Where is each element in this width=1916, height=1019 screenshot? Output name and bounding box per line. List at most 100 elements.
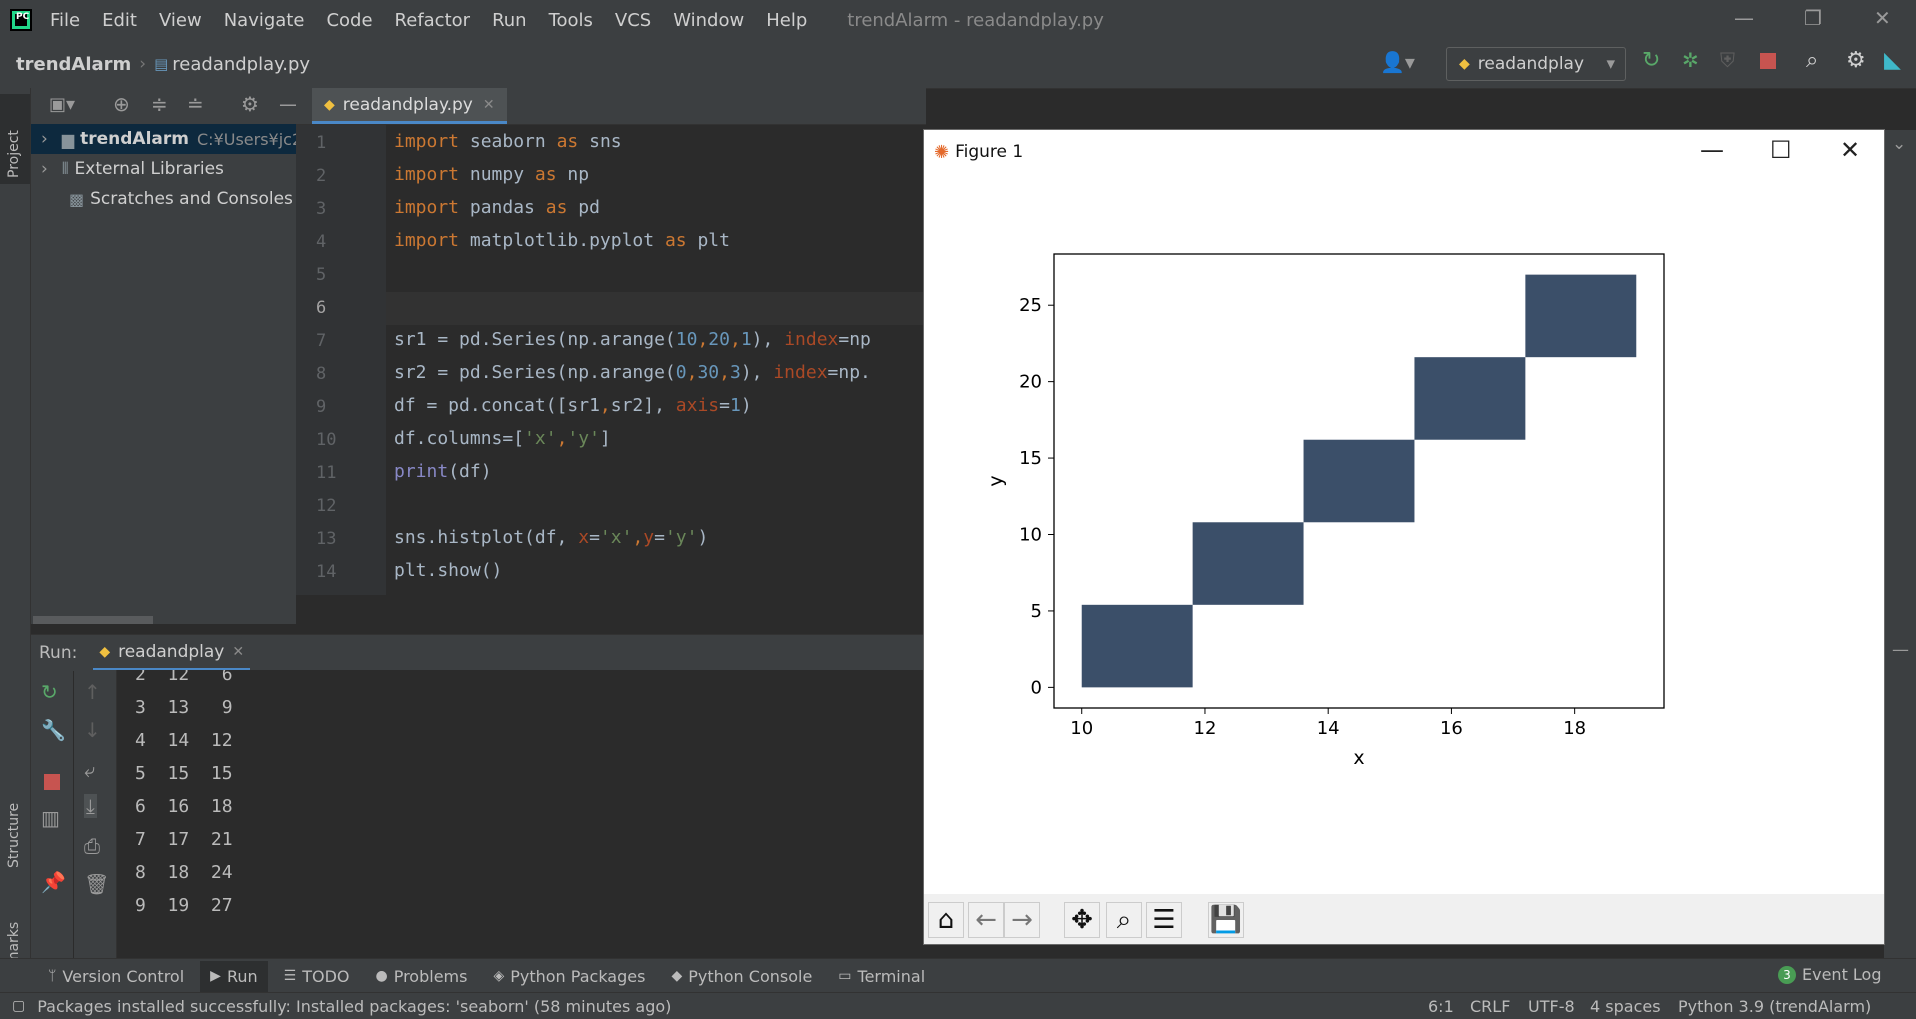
menu-refactor[interactable]: Refactor (395, 10, 471, 31)
stop-icon[interactable] (1760, 53, 1776, 69)
close-tab-icon[interactable]: ✕ (483, 97, 495, 113)
chevron-right-icon[interactable]: › (41, 129, 48, 149)
forward-arrow-icon[interactable]: → (1004, 902, 1040, 938)
heatmap-cell (1414, 357, 1526, 440)
python-console-icon: ◆ (671, 968, 683, 984)
menu-edit[interactable]: Edit (102, 10, 137, 31)
gear-icon[interactable]: ⚙ (1846, 48, 1866, 73)
soft-wrap-icon[interactable]: ⤶ (84, 758, 95, 782)
line-number: 9 (316, 397, 327, 417)
run-config-select[interactable]: ◆ readandplay ▾ (1446, 47, 1626, 81)
hide-icon[interactable]: — (1892, 640, 1909, 660)
pin-icon[interactable]: 📌 (41, 870, 66, 894)
menu-vcs[interactable]: VCS (615, 10, 651, 31)
chevron-right-icon[interactable]: › (41, 159, 48, 179)
line-number: 11 (316, 463, 337, 483)
rerun-icon[interactable]: ↻ (1642, 48, 1660, 73)
collapse-all-icon[interactable]: ≐ (187, 92, 204, 116)
maximize-icon[interactable]: ☐ (1770, 136, 1792, 164)
project-stripe-label[interactable]: Project (6, 130, 22, 178)
scroll-to-end-icon[interactable]: ⤓ (84, 794, 97, 818)
tab-todo[interactable]: ☰ TODO (284, 967, 350, 986)
tab-python-console[interactable]: ◆ Python Console (671, 967, 812, 986)
breadcrumb-file[interactable]: readandplay.py (172, 54, 310, 75)
search-icon[interactable]: ⌕ (1806, 48, 1818, 73)
tree-item-scratches[interactable]: ▩ Scratches and Consoles (31, 184, 293, 214)
figure-window[interactable]: ✺ Figure 1 — ☐ ✕ 10 12 14 16 18 0 5 10 15 20 25 x y … (924, 130, 1884, 944)
terminal-icon: ▭ (838, 968, 852, 984)
tab-run[interactable]: ▶ Run (200, 960, 268, 992)
python-interpreter[interactable]: Python 3.9 (trendAlarm) (1678, 997, 1871, 1016)
arrow-down-icon[interactable]: ↓ (84, 718, 101, 742)
indent-setting[interactable]: 4 spaces (1590, 997, 1661, 1016)
y-tick-label: 20 (1019, 372, 1042, 393)
trash-icon[interactable]: 🗑 (84, 872, 109, 896)
line-number: 10 (316, 430, 337, 450)
close-icon[interactable]: ✕ (1874, 6, 1891, 30)
layout-icon[interactable]: ▥ (41, 806, 60, 830)
editor-tabs: ◆ readandplay.py ✕ (296, 88, 926, 125)
menu-window[interactable]: Window (673, 10, 744, 31)
coverage-icon[interactable]: ⛨ (1720, 48, 1735, 72)
home-icon[interactable]: ⌂ (928, 902, 964, 938)
structure-stripe-label[interactable]: Structure (6, 803, 22, 868)
tree-item-root[interactable]: › ▆ trendAlarm C:¥Users¥jc2 (31, 124, 302, 154)
minimize-icon[interactable]: — (1734, 6, 1754, 30)
save-icon[interactable]: 💾 (1208, 902, 1244, 938)
menu-view[interactable]: View (159, 10, 202, 31)
rerun-icon[interactable]: ↻ (41, 680, 58, 704)
gear-icon[interactable]: ⚙ (241, 92, 259, 116)
menu-run[interactable]: Run (492, 10, 527, 31)
status-message[interactable]: Packages installed successfully: Install… (37, 997, 671, 1016)
pan-icon[interactable]: ✥ (1064, 902, 1100, 938)
back-arrow-icon[interactable]: ← (968, 902, 1004, 938)
breadcrumb-project[interactable]: trendAlarm (16, 54, 131, 75)
minimize-icon[interactable]: — (1700, 136, 1724, 164)
event-log-button[interactable]: 3 Event Log (1778, 965, 1882, 984)
caret-position[interactable]: 6:1 (1428, 997, 1454, 1016)
horizontal-scrollbar[interactable] (33, 616, 153, 624)
run-console[interactable]: 2 12 6 3 13 9 4 14 12 5 15 15 6 16 18 7 … (117, 670, 926, 958)
figure-titlebar[interactable]: ✺ Figure 1 — ☐ ✕ (924, 130, 1884, 174)
menu-code[interactable]: Code (326, 10, 372, 31)
file-encoding[interactable]: UTF-8 (1528, 997, 1575, 1016)
tree-root-path: C:¥Users¥jc2 (197, 129, 303, 149)
arrow-up-icon[interactable]: ↑ (84, 680, 101, 704)
line-number-gutter: 1 2 3 4 5 6 7 8 9 10 11 12 13 14 (296, 125, 386, 595)
tree-item-external-libraries[interactable]: › ⫴ External Libraries (31, 154, 224, 184)
print-icon[interactable]: ⎙ (84, 834, 100, 858)
toggle-panels-icon[interactable]: ▢ (12, 998, 25, 1014)
close-icon[interactable]: ✕ (1840, 136, 1860, 164)
menu-help[interactable]: Help (766, 10, 807, 31)
console-line: 3 13 9 (135, 697, 233, 718)
tab-readandplay[interactable]: ◆ readandplay.py ✕ (312, 88, 507, 124)
line-number: 1 (316, 133, 327, 153)
zoom-icon[interactable]: ⌕ (1106, 902, 1142, 938)
tab-python-packages[interactable]: ◈ Python Packages (493, 967, 645, 986)
configure-subplots-icon[interactable]: ☰ (1146, 902, 1182, 938)
run-tab-readandplay[interactable]: ◆ readandplay ✕ (93, 635, 251, 671)
toolbox-icon[interactable]: ◣ (1884, 48, 1901, 73)
menu-file[interactable]: File (50, 10, 80, 31)
user-icon[interactable]: 👤▾ (1380, 50, 1415, 74)
x-tick-label: 14 (1317, 718, 1340, 739)
debug-icon[interactable]: ✲ (1682, 48, 1699, 72)
project-view-icon[interactable]: ▣▾ (49, 94, 75, 115)
tab-terminal[interactable]: ▭ Terminal (838, 967, 925, 986)
restore-icon[interactable]: ❐ (1804, 6, 1822, 30)
close-tab-icon[interactable]: ✕ (232, 644, 244, 660)
tab-problems[interactable]: ● Problems (375, 967, 467, 986)
tab-version-control[interactable]: ᛘ Version Control (48, 967, 184, 986)
wrench-icon[interactable]: 🔧 (41, 718, 66, 742)
line-number: 3 (316, 199, 327, 219)
expand-all-icon[interactable]: ≑ (151, 92, 168, 116)
menu-tools[interactable]: Tools (549, 10, 593, 31)
code-editor[interactable]: import seaborn as sns import numpy as np i… (386, 125, 926, 595)
stop-icon[interactable] (44, 774, 60, 790)
line-separator[interactable]: CRLF (1470, 997, 1510, 1016)
menu-navigate[interactable]: Navigate (224, 10, 305, 31)
folder-icon: ▆ (61, 129, 75, 149)
locate-icon[interactable]: ⊕ (113, 92, 130, 116)
chevron-down-icon[interactable]: ⌄ (1892, 134, 1906, 154)
line-number: 4 (316, 232, 327, 252)
